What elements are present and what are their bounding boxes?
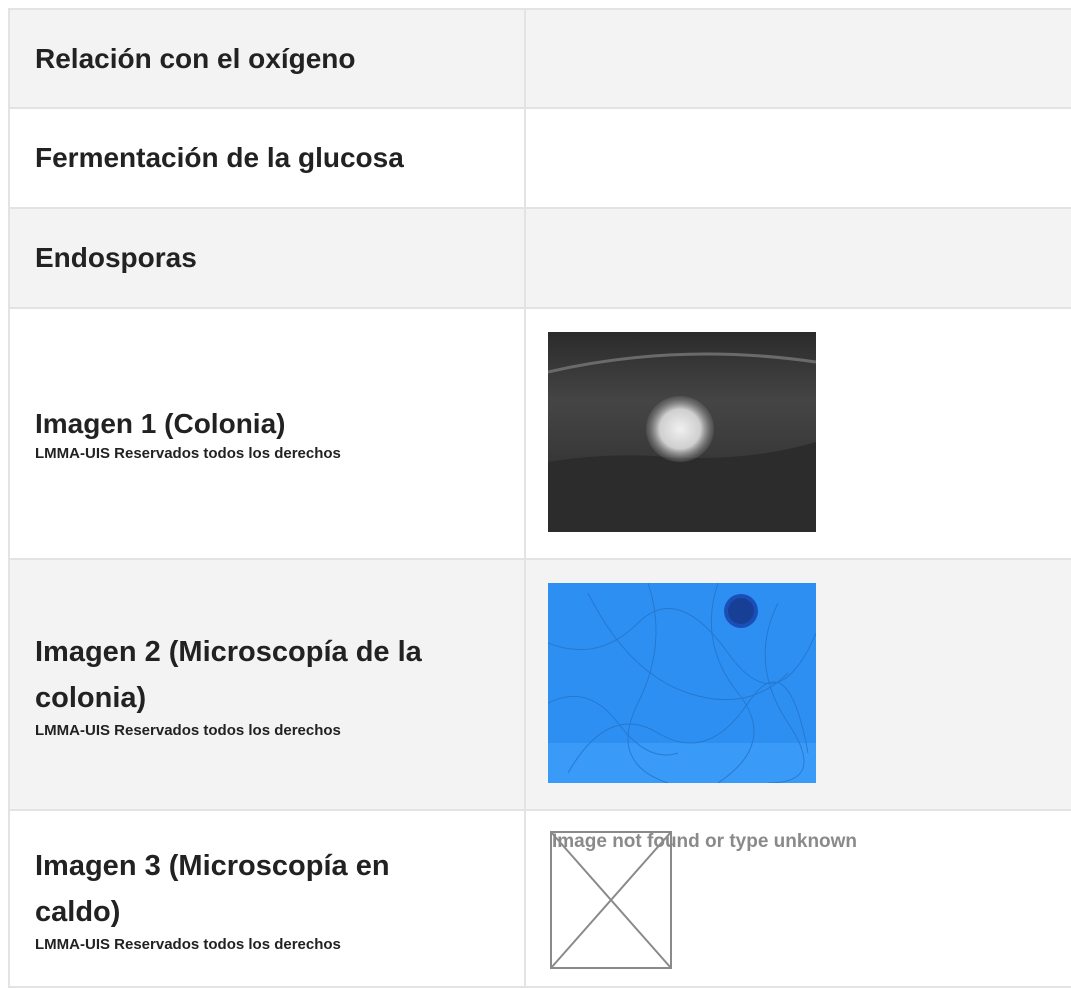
label-cell: Endosporas bbox=[8, 209, 526, 307]
table-row-image3: Imagen 3 (Microscopía en caldo) LMMA-UIS… bbox=[8, 811, 1071, 988]
table-row-image2: Imagen 2 (Microscopía de la colonia) LMM… bbox=[8, 560, 1071, 811]
label-cell: Imagen 2 (Microscopía de la colonia) LMM… bbox=[8, 560, 526, 809]
table-row-glucose: Fermentación de la glucosa bbox=[8, 109, 1071, 209]
value-cell bbox=[526, 209, 1071, 307]
value-cell bbox=[526, 309, 1071, 558]
row-label: Imagen 1 (Colonia) bbox=[35, 407, 286, 439]
copyright-credit: LMMA-UIS Reservados todos los derechos bbox=[35, 444, 341, 462]
row-label-line2: caldo) bbox=[35, 895, 121, 928]
copyright-credit: LMMA-UIS Reservados todos los derechos bbox=[35, 935, 341, 953]
label-cell: Fermentación de la glucosa bbox=[8, 109, 526, 207]
row-label-line1: Imagen 2 (Microscopía de la bbox=[35, 635, 422, 668]
label-cell: Imagen 1 (Colonia) LMMA-UIS Reservados t… bbox=[8, 309, 526, 558]
characteristics-table: Relación con el oxígeno Fermentación de … bbox=[8, 8, 1071, 988]
label-cell: Relación con el oxígeno bbox=[8, 10, 526, 107]
table-row-oxygen: Relación con el oxígeno bbox=[8, 8, 1071, 109]
colony-photo bbox=[548, 332, 816, 532]
row-label-line2: colonia) bbox=[35, 681, 147, 714]
broken-image-alt-text: Image not found or type unknown bbox=[552, 831, 858, 852]
label-cell: Imagen 3 (Microscopía en caldo) LMMA-UIS… bbox=[8, 811, 526, 986]
copyright-credit: LMMA-UIS Reservados todos los derechos bbox=[35, 721, 341, 739]
row-label-line1: Imagen 3 (Microscopía en bbox=[35, 849, 390, 882]
row-label: Fermentación de la glucosa bbox=[35, 142, 404, 173]
value-cell bbox=[526, 109, 1071, 207]
table-row-endospores: Endosporas bbox=[8, 209, 1071, 309]
value-cell bbox=[526, 10, 1071, 107]
colony-microscopy-photo bbox=[548, 583, 816, 783]
value-cell: Image not found or type unknown bbox=[526, 811, 1071, 986]
row-label: Relación con el oxígeno bbox=[35, 42, 356, 74]
value-cell bbox=[526, 560, 1071, 809]
table-row-image1: Imagen 1 (Colonia) LMMA-UIS Reservados t… bbox=[8, 309, 1071, 560]
row-label: Endosporas bbox=[35, 242, 197, 273]
